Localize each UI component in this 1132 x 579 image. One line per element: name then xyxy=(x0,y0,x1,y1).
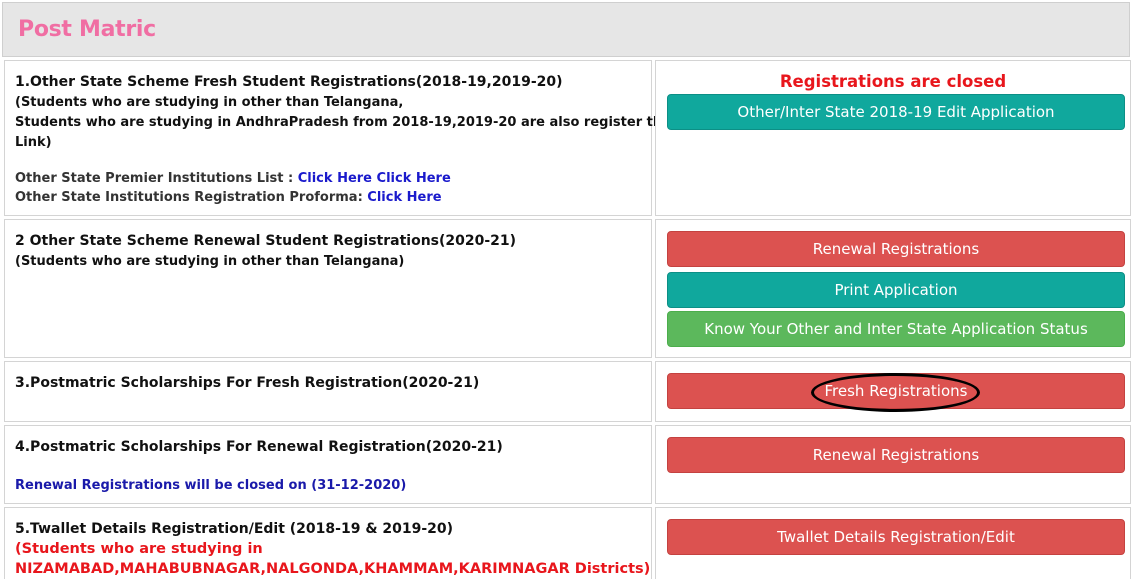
proforma-line: Other State Institutions Registration Pr… xyxy=(15,190,442,205)
row-2-heading: 2 Other State Scheme Renewal Student Reg… xyxy=(15,233,517,249)
row-2-info: 2 Other State Scheme Renewal Student Reg… xyxy=(4,219,652,358)
edit-application-button[interactable]: Other/Inter State 2018-19 Edit Applicati… xyxy=(667,94,1125,130)
row-2-note: (Students who are studying in other than… xyxy=(15,254,405,269)
row-5-actions: Twallet Details Registration/Edit xyxy=(655,507,1131,579)
renewal-registrations-button-2[interactable]: Renewal Registrations xyxy=(667,437,1125,473)
row-3-info: 3.Postmatric Scholarships For Fresh Regi… xyxy=(4,361,652,422)
row-3-actions: Fresh Registrations xyxy=(655,361,1131,422)
row-1-note-line3: Link) xyxy=(15,135,52,150)
premier-institutions-label: Other State Premier Institutions List : xyxy=(15,171,298,186)
twallet-registration-button[interactable]: Twallet Details Registration/Edit xyxy=(667,519,1125,555)
row-5-note-line1: (Students who are studying in xyxy=(15,541,263,557)
application-status-button[interactable]: Know Your Other and Inter State Applicat… xyxy=(667,311,1125,347)
registrations-closed-status: Registrations are closed xyxy=(779,72,1007,91)
row-4-info: 4.Postmatric Scholarships For Renewal Re… xyxy=(4,425,652,504)
proforma-link[interactable]: Click Here xyxy=(367,190,441,205)
proforma-label: Other State Institutions Registration Pr… xyxy=(15,190,368,205)
row-1-heading: 1.Other State Scheme Fresh Student Regis… xyxy=(15,74,563,90)
premier-institutions-line: Other State Premier Institutions List : … xyxy=(15,171,451,186)
fresh-registrations-button[interactable]: Fresh Registrations xyxy=(667,373,1125,409)
renewal-closing-note: Renewal Registrations will be closed on … xyxy=(15,478,407,493)
premier-link-2[interactable]: Click Here xyxy=(377,171,451,186)
row-3-heading: 3.Postmatric Scholarships For Fresh Regi… xyxy=(15,375,480,391)
print-application-button[interactable]: Print Application xyxy=(667,272,1125,308)
row-1-note-line1: (Students who are studying in other than… xyxy=(15,95,404,110)
row-5-note-line2: NIZAMABAD,MAHABUBNAGAR,NALGONDA,KHAMMAM,… xyxy=(15,561,651,577)
premier-link-1[interactable]: Click Here xyxy=(298,171,372,186)
row-1-info: 1.Other State Scheme Fresh Student Regis… xyxy=(4,60,737,216)
renewal-registrations-button[interactable]: Renewal Registrations xyxy=(667,231,1125,267)
page-title: Post Matric xyxy=(18,17,156,42)
row-2-actions: Renewal Registrations Print Application … xyxy=(655,219,1131,358)
page-header: Post Matric xyxy=(2,2,1130,57)
row-5-info: 5.Twallet Details Registration/Edit (201… xyxy=(4,507,652,579)
row-4-heading: 4.Postmatric Scholarships For Renewal Re… xyxy=(15,439,503,455)
row-1-actions: Registrations are closed Other/Inter Sta… xyxy=(655,60,1131,216)
row-1-note-line2: Students who are studying in AndhraPrade… xyxy=(15,115,738,130)
row-4-actions: Renewal Registrations xyxy=(655,425,1131,504)
row-5-heading: 5.Twallet Details Registration/Edit (201… xyxy=(15,521,454,537)
